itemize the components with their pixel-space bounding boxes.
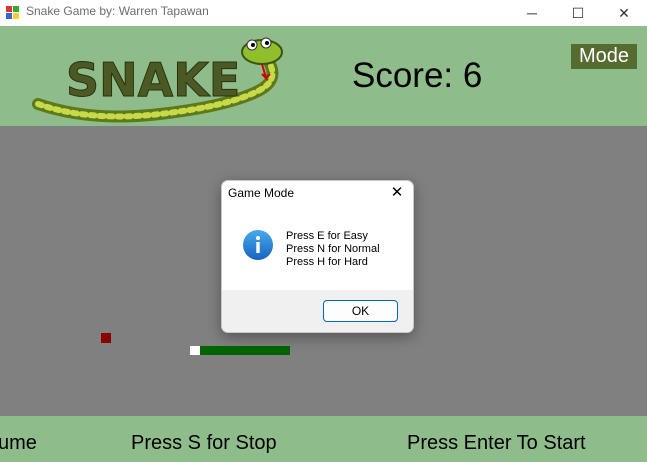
game-header: SNAKE Score: 6 Mode [0, 26, 647, 126]
window-title: Snake Game by: Warren Tapawan [26, 4, 209, 18]
food-pellet [101, 333, 111, 343]
close-icon: ✕ [390, 184, 404, 201]
snake-head [190, 346, 200, 355]
close-button[interactable]: ✕ [601, 0, 647, 26]
message-line-easy: Press E for Easy [286, 230, 368, 242]
message-line-normal: Press N for Normal [286, 243, 380, 255]
dialog-message: Press E for Easy Press N for Normal Pres… [286, 230, 380, 269]
message-line-hard: Press H for Hard [286, 256, 368, 268]
minimize-icon: ─ [527, 5, 537, 21]
ok-button[interactable]: OK [323, 300, 398, 322]
resume-instruction: ume [0, 432, 37, 454]
app-icon [6, 6, 19, 19]
maximize-button[interactable]: ☐ [555, 0, 601, 26]
close-icon: ✕ [618, 4, 630, 21]
snake-logo: SNAKE [32, 37, 283, 123]
mode-button[interactable]: Mode [571, 44, 637, 69]
minimize-button[interactable]: ─ [509, 0, 555, 26]
start-instruction: Press Enter To Start [407, 432, 586, 454]
dialog-button-bar: OK [222, 290, 413, 332]
info-icon [243, 230, 273, 260]
snake-body [200, 346, 290, 355]
game-mode-dialog: Game Mode ✕ Press E for Easy Press N for… [221, 180, 414, 333]
maximize-icon: ☐ [571, 4, 585, 21]
title-bar: Snake Game by: Warren Tapawan ─ ☐ ✕ [0, 0, 647, 26]
logo-text: SNAKE [66, 53, 240, 107]
dialog-title: Game Mode [228, 186, 295, 200]
game-footer: ume Press S for Stop Press Enter To Star… [0, 416, 647, 462]
stop-instruction: Press S for Stop [131, 432, 277, 454]
score-label: Score: 6 [352, 56, 483, 95]
dialog-close-button[interactable]: ✕ [388, 184, 406, 202]
